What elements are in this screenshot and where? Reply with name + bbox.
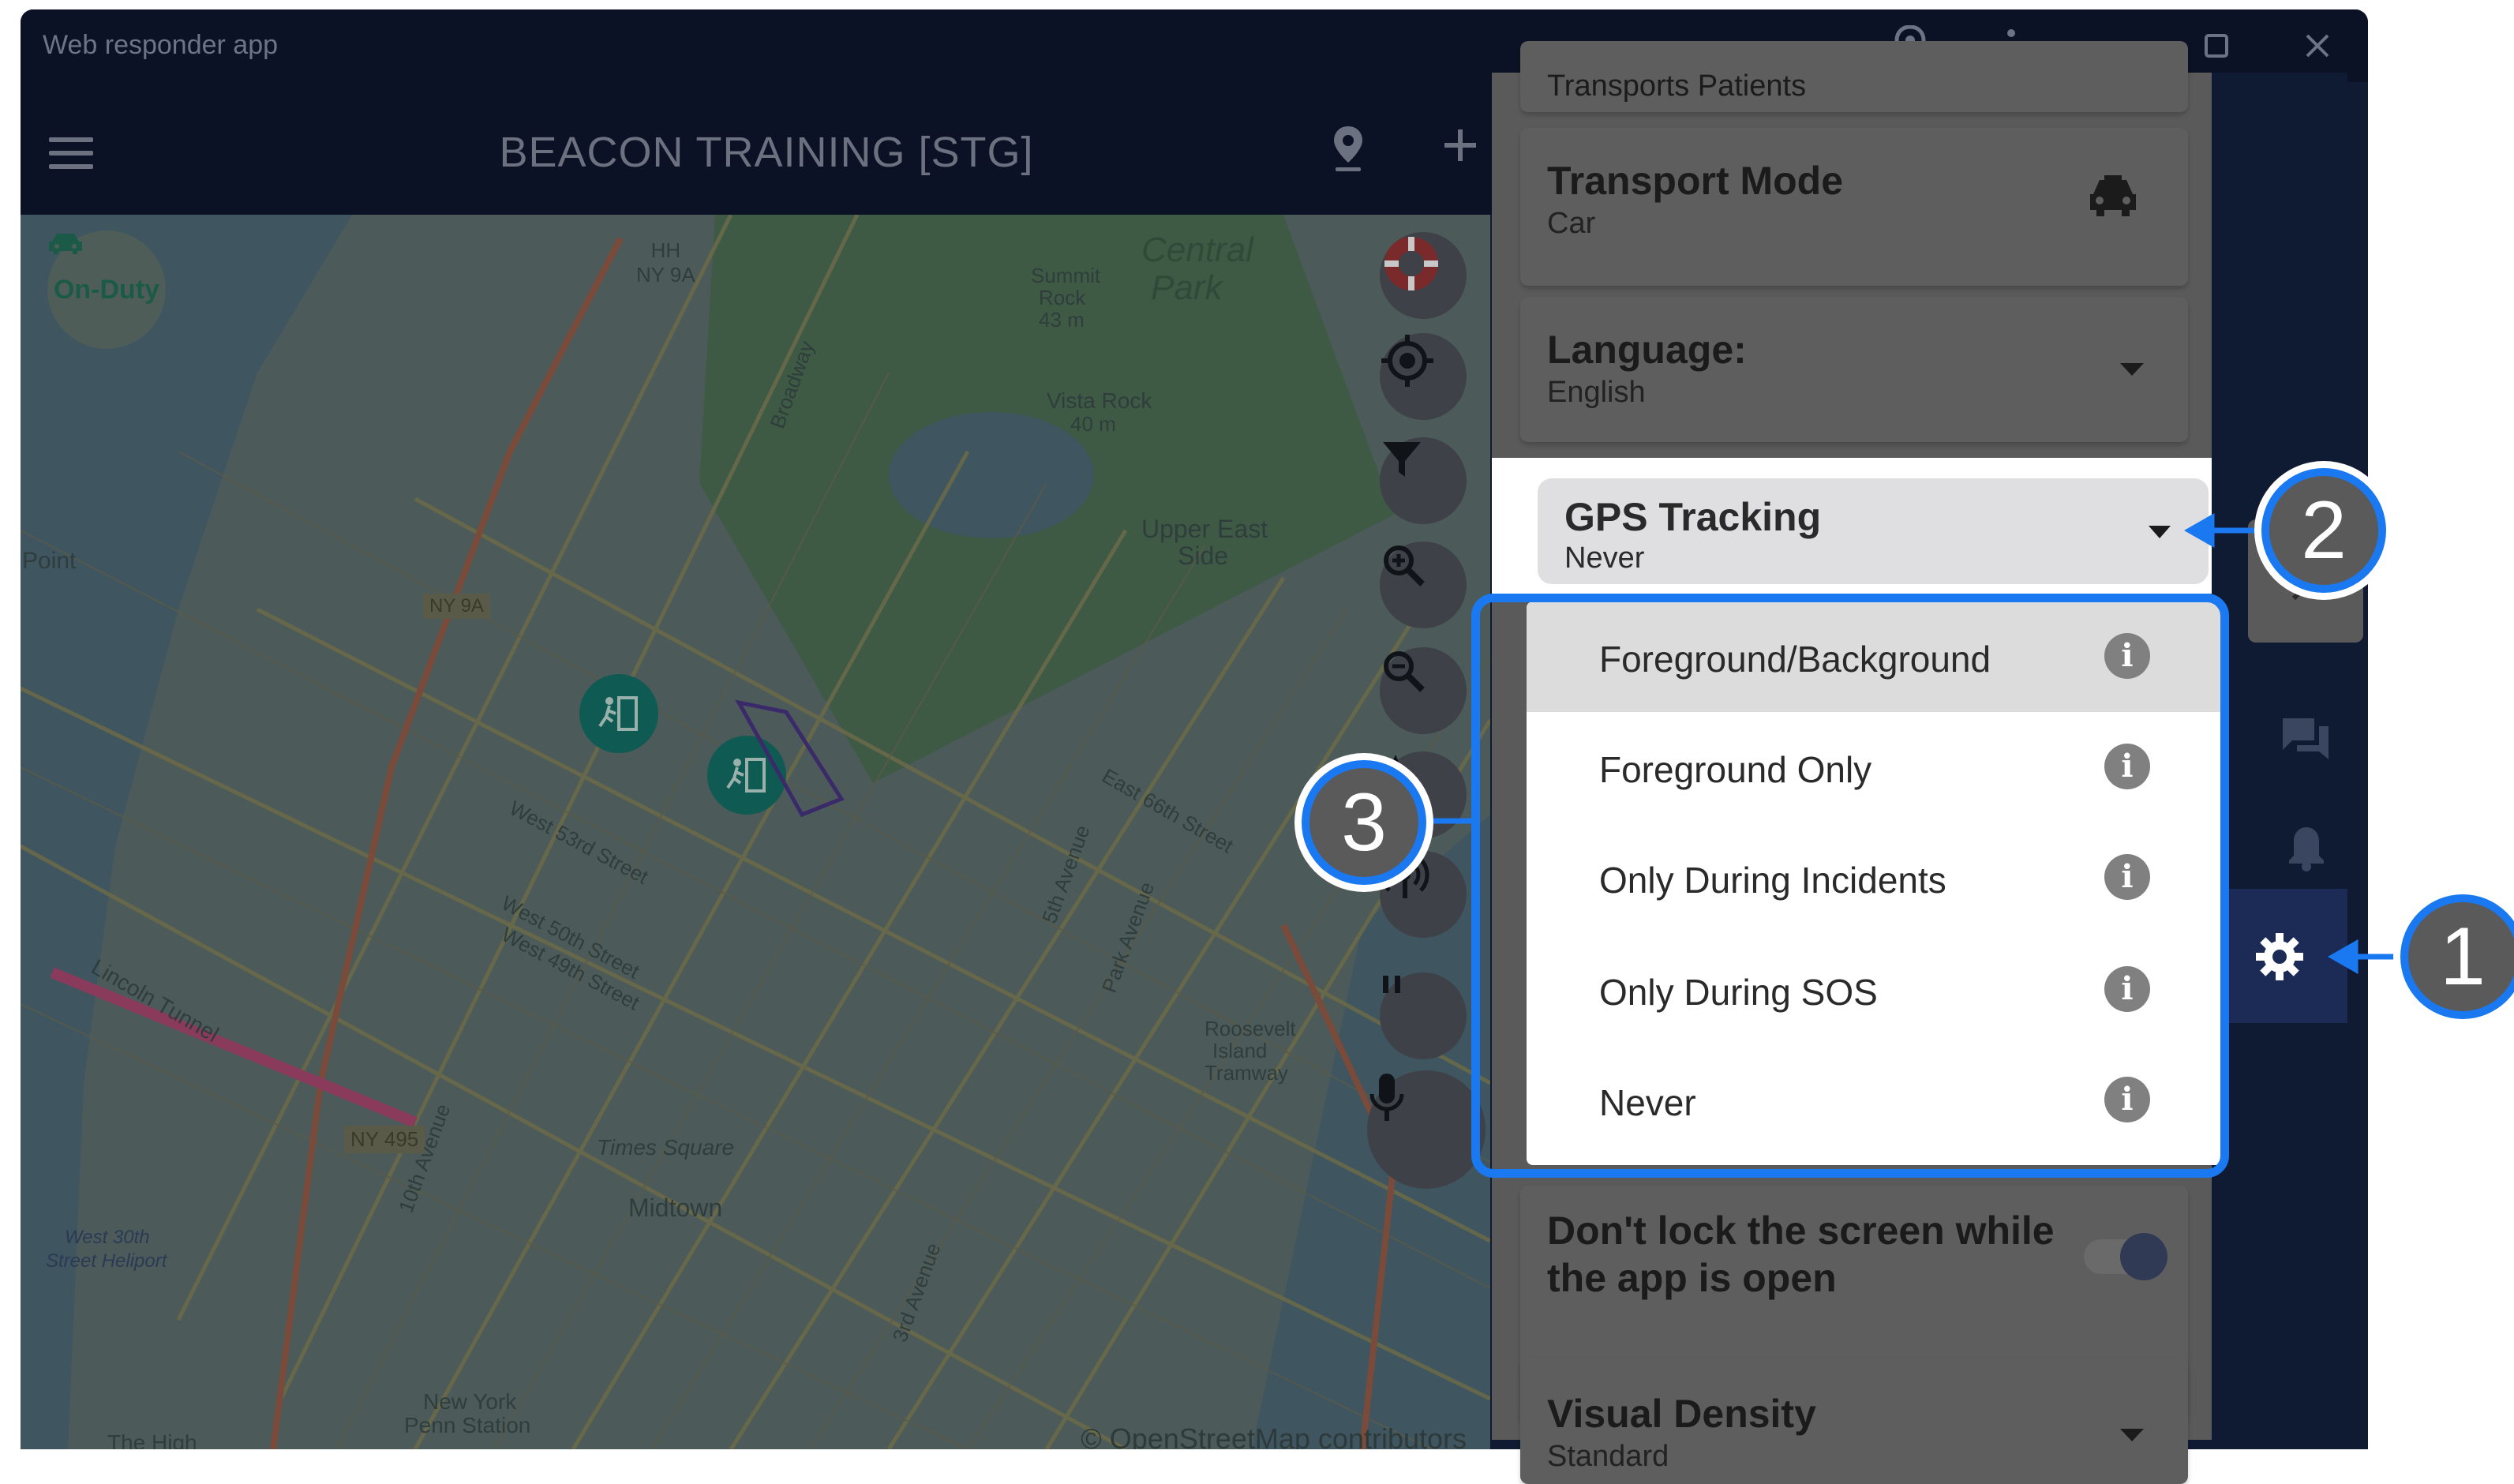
callout-arrows [1418, 512, 2396, 975]
callout-number: 1 [2408, 902, 2514, 1011]
callout-number: 2 [2269, 476, 2378, 585]
callout-number: 3 [1309, 768, 1418, 877]
callout-badge-2: 2 [2254, 461, 2393, 600]
callout-badge-3: 3 [1294, 753, 1433, 892]
